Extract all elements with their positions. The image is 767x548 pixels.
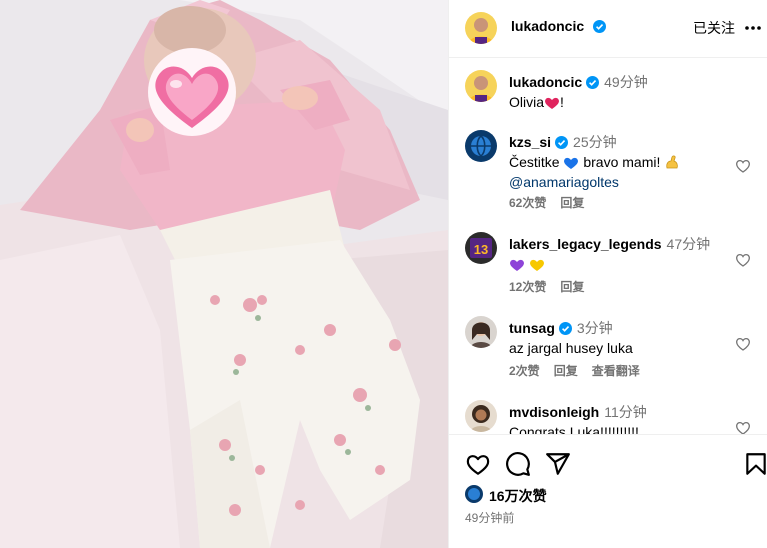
mention-link[interactable]: @anamariagoltes [509,174,619,190]
comment-time[interactable]: 25分钟 [573,134,617,150]
comment-likes[interactable]: 2次赞 [509,364,540,378]
post-photo[interactable] [0,0,448,548]
caption-text: Olivia! [509,92,729,112]
post-header: lukadoncic 已关注 [449,0,767,58]
comment-icon[interactable] [505,451,531,477]
comment-item: tunsag 3分钟 az jargal husey luka 2次赞 回复 查看翻译 [449,316,767,392]
comment-meta: 2次赞 回复 查看翻译 [509,362,654,379]
reply-button[interactable]: 回复 [560,280,584,294]
post-actions: 16万次赞 49分钟前 [449,434,767,548]
commenter-username[interactable]: kzs_si [509,134,551,150]
commenter-username[interactable]: lakers_legacy_legends [509,236,662,252]
author-avatar[interactable] [465,12,497,44]
verified-badge-icon [586,76,600,89]
reply-button[interactable]: 回复 [560,196,584,210]
post-time-ago[interactable]: 49分钟前 [465,509,514,526]
share-icon[interactable] [545,451,571,477]
caption-text-prefix: Olivia [509,94,545,110]
flexed-biceps-emoji-icon [666,155,679,169]
comment-time[interactable]: 47分钟 [667,236,711,252]
comment-time[interactable]: 11分钟 [604,404,647,420]
commenter-username[interactable]: tunsag [509,320,555,336]
caption-text-suffix: ! [560,94,564,110]
comment-text [509,254,729,274]
comment-text: Congrats Luka!!!!!!!!!! [509,424,639,434]
post-caption: lukadoncic 49分钟 Olivia! [449,70,767,130]
post-side-panel: lukadoncic 已关注 lukadoncic 49分钟 Olivia ! … [448,0,767,548]
comment-text-part: Čestitke [509,154,560,170]
reply-button[interactable]: 回复 [554,364,578,378]
comment-time[interactable]: 3分钟 [577,320,613,336]
caption-avatar[interactable] [465,70,497,102]
caption-time[interactable]: 49分钟 [604,74,648,90]
verified-badge-icon [555,136,569,149]
like-comment-heart-icon[interactable] [735,336,751,352]
comment-item: 13 lakers_legacy_legends 47分钟 12次赞 回复 [449,232,767,308]
commenter-avatar[interactable] [465,130,497,162]
baby-photo-image [0,0,448,548]
like-comment-heart-icon[interactable] [735,252,751,268]
comments-list[interactable]: lukadoncic 49分钟 Olivia! kzs_si 25分钟 Čestit… [449,58,767,434]
following-button[interactable]: 已关注 [693,18,735,38]
comment-item: mvdisonleigh 11分钟 Congrats Luka!!!!!!!!!! [449,400,767,434]
comment-likes[interactable]: 12次赞 [509,280,546,294]
like-comment-heart-icon[interactable] [735,420,751,434]
like-comment-heart-icon[interactable] [735,158,751,174]
commenter-avatar[interactable] [465,400,497,432]
verified-badge-icon [592,20,606,33]
comment-text-part: bravo mami! [583,154,661,170]
comment-item: kzs_si 25分钟 Čestitke bravo mami! @anamari… [449,130,767,220]
bookmark-icon[interactable] [743,451,767,477]
liker-avatar [465,485,483,503]
svg-text:13: 13 [474,242,488,257]
liker-avatar-image [465,485,483,503]
blue-heart-emoji-icon [564,157,579,169]
red-heart-emoji-icon [545,97,559,109]
comment-likes[interactable]: 62次赞 [509,196,546,210]
heart-icon[interactable] [465,451,491,477]
commenter-username[interactable]: mvdisonleigh [509,404,599,420]
commenter-avatar-image [465,316,497,348]
commenter-avatar[interactable]: 13 [465,232,497,264]
commenter-avatar-image [465,400,497,432]
author-avatar-image [465,12,497,44]
commenter-avatar-image: 13 [465,232,497,264]
caption-username[interactable]: lukadoncic [509,74,582,90]
purple-heart-emoji-icon [510,259,524,271]
commenter-avatar[interactable] [465,316,497,348]
see-translation-button[interactable]: 查看翻译 [592,364,640,378]
commenter-avatar-image [465,130,497,162]
like-count[interactable]: 16万次赞 [489,486,547,506]
comment-text: az jargal husey luka [509,340,633,356]
comment-meta: 62次赞 回复 [509,194,598,211]
more-icon[interactable] [743,17,763,39]
comment-meta: 12次赞 回复 [509,278,598,295]
header-username[interactable]: lukadoncic [511,18,584,34]
verified-badge-icon [558,322,572,335]
comment-text: Čestitke bravo mami! @anamariagoltes [509,152,729,192]
yellow-heart-emoji-icon [529,259,544,271]
caption-avatar-image [465,70,497,102]
